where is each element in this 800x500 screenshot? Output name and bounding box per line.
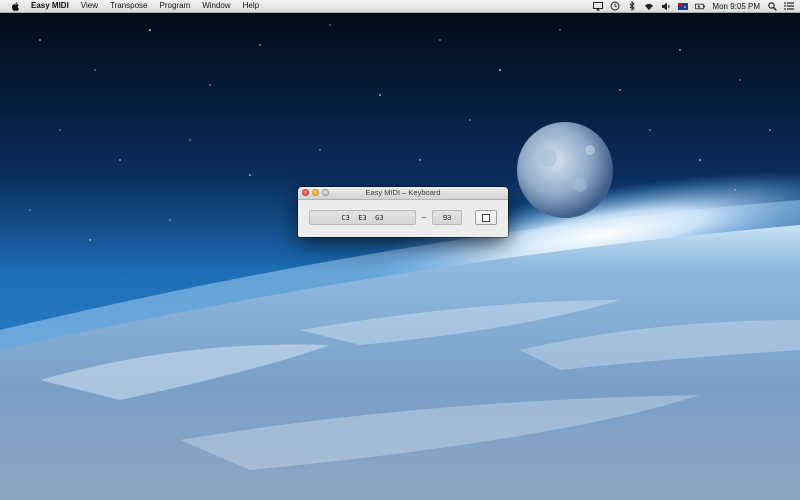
- wifi-icon[interactable]: [644, 1, 654, 11]
- menu-app-name[interactable]: Easy MIDI: [23, 0, 75, 12]
- menu-transpose[interactable]: Transpose: [104, 0, 154, 12]
- menu-view[interactable]: View: [75, 0, 104, 12]
- velocity-display[interactable]: 93: [432, 210, 462, 225]
- menu-window[interactable]: Window: [196, 0, 236, 12]
- window-content: C3 E3 G3 – 93: [298, 200, 508, 237]
- window-title: Easy MIDI – Keyboard: [365, 188, 441, 197]
- close-button[interactable]: [302, 189, 309, 196]
- notification-center-icon[interactable]: [784, 1, 794, 11]
- menu-list: Easy MIDI View Transpose Program Window …: [23, 0, 265, 12]
- spotlight-icon[interactable]: [767, 1, 777, 11]
- menu-clock[interactable]: Mon 9:05 PM: [712, 2, 760, 11]
- battery-icon[interactable]: [695, 1, 706, 11]
- status-menus: Mon 9:05 PM: [593, 0, 794, 12]
- menu-bar: Easy MIDI View Transpose Program Window …: [0, 0, 800, 13]
- separator-dash: –: [421, 213, 427, 222]
- apple-menu-icon[interactable]: [9, 1, 23, 11]
- zoom-button[interactable]: [322, 189, 329, 196]
- notes-display: C3 E3 G3: [309, 210, 416, 225]
- menu-program[interactable]: Program: [154, 0, 197, 12]
- time-machine-icon[interactable]: [610, 1, 620, 11]
- bluetooth-icon[interactable]: [627, 1, 637, 11]
- volume-icon[interactable]: [661, 1, 671, 11]
- airplay-icon[interactable]: [593, 1, 604, 11]
- square-icon: [482, 213, 490, 222]
- window-titlebar[interactable]: Easy MIDI – Keyboard: [298, 187, 508, 200]
- toggle-button[interactable]: [475, 210, 497, 225]
- flag-input-icon[interactable]: [678, 1, 689, 11]
- keyboard-window: Easy MIDI – Keyboard C3 E3 G3 – 93: [298, 187, 508, 237]
- window-controls: [302, 189, 329, 196]
- desktop-wallpaper: [0, 0, 800, 500]
- minimize-button[interactable]: [312, 189, 319, 196]
- menu-help[interactable]: Help: [237, 0, 265, 12]
